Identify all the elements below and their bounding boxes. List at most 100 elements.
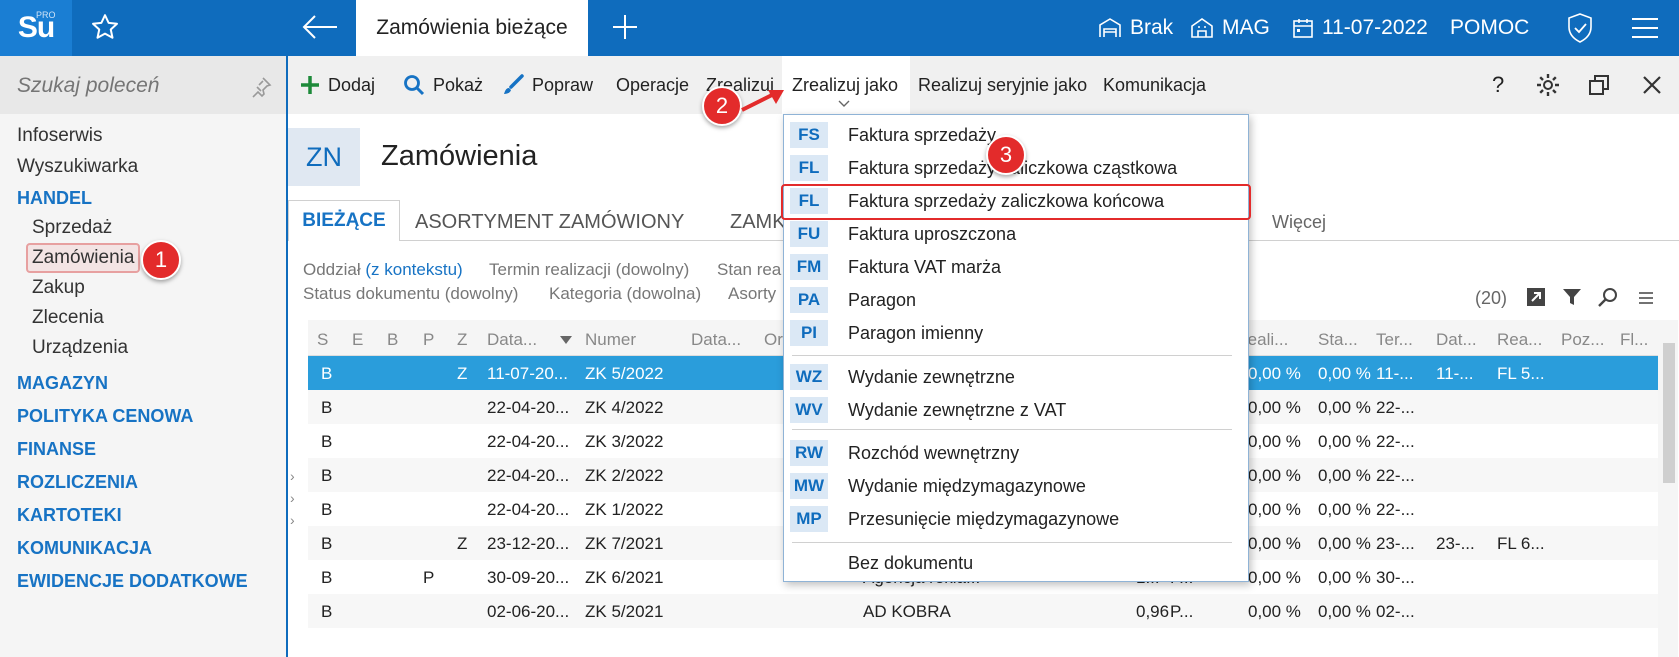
sidebar-item-zlecenia[interactable]: Zlecenia <box>32 305 104 331</box>
sidebar-item-sprzedaz[interactable]: Sprzedaż <box>32 215 112 241</box>
show-button[interactable]: Pokaż <box>403 56 483 114</box>
dropdown-item[interactable]: WV Wydanie zewnętrzne z VAT <box>790 394 1240 426</box>
app-logo[interactable]: Su PRO <box>0 0 72 56</box>
cell-data: 22-04-20... <box>487 398 570 417</box>
restore-window-icon[interactable] <box>1588 74 1610 96</box>
col-pozycje[interactable]: Poz... <box>1561 330 1604 350</box>
col-data-real[interactable]: Dat... <box>1436 330 1477 350</box>
pin-icon[interactable] <box>250 76 272 98</box>
cell-ter: 02-... <box>1376 602 1415 621</box>
filter-branch-value[interactable]: (z kontekstu) <box>365 260 462 279</box>
warehouse-status-button[interactable]: Brak <box>1098 0 1173 56</box>
communication-button[interactable]: Komunikacja <box>1103 56 1206 114</box>
sidebar-item-urzadzenia[interactable]: Urządzenia <box>32 335 128 361</box>
col-b[interactable]: B <box>387 330 398 350</box>
col-termin[interactable]: Ter... <box>1376 330 1413 350</box>
warehouse-button[interactable]: MAG <box>1190 0 1270 56</box>
add-label: Dodaj <box>328 74 376 95</box>
help-button[interactable]: POMOC <box>1450 0 1529 56</box>
filter-branch[interactable]: Oddział (z kontekstu) <box>303 260 463 280</box>
cell-sta: 0,00 % <box>1318 432 1371 451</box>
sidebar-item-handel[interactable]: HANDEL <box>17 185 92 211</box>
filter-doc-status[interactable]: Status dokumentu (dowolny) <box>303 284 518 304</box>
edit-button[interactable]: Popraw <box>502 56 593 114</box>
plus-icon <box>301 76 319 94</box>
logo-pro-label: PRO <box>36 10 56 20</box>
sidebar-item-polityka-cenowa[interactable]: POLITYKA CENOWA <box>17 403 193 429</box>
search-icon[interactable] <box>1597 286 1619 308</box>
back-arrow-icon[interactable] <box>300 12 340 42</box>
dropdown-item-label: Paragon imienny <box>848 322 984 343</box>
sidebar-item-kartoteki[interactable]: KARTOTEKI <box>17 502 122 528</box>
realize-serial-button[interactable]: Realizuj seryjnie jako <box>918 56 1087 114</box>
filter-assortment[interactable]: Asorty <box>728 284 776 304</box>
sidebar-item-komunikacja[interactable]: KOMUNIKACJA <box>17 535 152 561</box>
add-button[interactable]: Dodaj <box>300 56 375 114</box>
cell-s: B <box>321 364 333 383</box>
sidebar-item-rozliczenia[interactable]: ROZLICZENIA <box>17 469 138 495</box>
col-or[interactable]: Or <box>764 330 783 350</box>
filter-category[interactable]: Kategoria (dowolna) <box>549 284 701 304</box>
close-icon[interactable] <box>1642 75 1662 95</box>
list-menu-icon[interactable] <box>1638 290 1654 306</box>
dropdown-item[interactable]: MP Przesunięcie międzymagazynowe <box>790 503 1240 535</box>
tab-zamkniete[interactable]: ZAMK <box>730 211 786 234</box>
hamburger-menu-icon[interactable] <box>1630 16 1660 40</box>
col-data[interactable]: Data... <box>487 330 537 350</box>
export-icon[interactable] <box>1525 286 1547 308</box>
sidebar-item-finanse[interactable]: FINANSE <box>17 436 96 462</box>
dropdown-item[interactable]: FM Faktura VAT marża <box>790 251 1240 283</box>
cell-numer: ZK 7/2021 <box>585 534 664 553</box>
dropdown-item[interactable]: PI Paragon imienny <box>790 317 1240 349</box>
col-p[interactable]: P <box>423 330 434 350</box>
date-button[interactable]: 11-07-2022 <box>1292 0 1428 56</box>
search-commands-input[interactable] <box>17 74 257 98</box>
cell-sta: 0,00 % <box>1318 568 1371 587</box>
col-data2[interactable]: Data... <box>691 330 741 350</box>
filter-state[interactable]: Stan rea <box>717 260 781 280</box>
sidebar-item-zamowienia[interactable]: Zamówienia <box>32 245 134 271</box>
sidebar-item-zakup[interactable]: Zakup <box>32 275 85 301</box>
col-numer[interactable]: Numer <box>585 330 636 350</box>
dropdown-item[interactable]: FU Faktura uproszczona <box>790 218 1240 250</box>
document-code-badge: WZ <box>790 364 828 390</box>
highlight-final-advance-invoice <box>781 184 1251 220</box>
dropdown-item[interactable]: PA Paragon <box>790 284 1240 316</box>
tab-more[interactable]: Więcej <box>1272 212 1326 233</box>
col-e[interactable]: E <box>352 330 363 350</box>
tab-zamowienia-biezace[interactable]: Zamówienia bieżące <box>356 0 588 56</box>
cell-numer: ZK 3/2022 <box>585 432 664 451</box>
filter-icon[interactable] <box>1561 286 1583 308</box>
tab-asortyment-zamowiony[interactable]: ASORTYMENT ZAMÓWIONY <box>415 211 684 234</box>
col-flaga[interactable]: Fl... <box>1620 330 1648 350</box>
shield-check-icon[interactable] <box>1565 12 1595 44</box>
col-z[interactable]: Z <box>457 330 467 350</box>
dropdown-item[interactable]: RW Rozchód wewnętrzny <box>790 437 1240 469</box>
cell-ter: 22-... <box>1376 398 1415 417</box>
dropdown-item-label: Paragon <box>848 289 917 310</box>
filter-deadline[interactable]: Termin realizacji (dowolny) <box>489 260 689 280</box>
sidebar-item-magazyn[interactable]: MAGAZYN <box>17 370 108 396</box>
col-status[interactable]: Sta... <box>1318 330 1358 350</box>
dropdown-item[interactable]: Bez dokumentu <box>790 547 1240 579</box>
document-code-badge: FU <box>790 221 828 247</box>
sidebar-item-infoserwis[interactable]: Infoserwis <box>17 123 103 149</box>
tab-biezace[interactable]: BIEŻĄCE <box>288 200 400 241</box>
gear-icon[interactable] <box>1536 73 1560 97</box>
chevron-down-icon <box>838 100 850 107</box>
annotation-badge-2: 2 <box>702 86 742 126</box>
table-row[interactable]: B 02-06-20... ZK 5/2021 AD KOBRA 0,96 P... 0,0… <box>308 594 1658 628</box>
sort-desc-icon <box>560 336 572 344</box>
col-realizujacy[interactable]: Rea... <box>1497 330 1542 350</box>
dropdown-item[interactable]: MW Wydanie międzymagazynowe <box>790 470 1240 502</box>
question-icon: ? <box>1492 72 1505 97</box>
operations-button[interactable]: Operacje <box>616 56 689 114</box>
star-icon[interactable] <box>90 12 120 42</box>
sidebar-item-wyszukiwarka[interactable]: Wyszukiwarka <box>17 154 138 180</box>
dropdown-item[interactable]: WZ Wydanie zewnętrzne <box>790 361 1240 393</box>
sidebar-item-ewidencje-dodatkowe[interactable]: EWIDENCJE DODATKOWE <box>17 568 248 594</box>
col-s[interactable]: S <box>317 330 328 350</box>
help-question-button[interactable]: ? <box>1492 56 1504 114</box>
scrollbar-thumb[interactable] <box>1663 343 1675 483</box>
new-tab-plus-icon[interactable] <box>610 12 640 42</box>
